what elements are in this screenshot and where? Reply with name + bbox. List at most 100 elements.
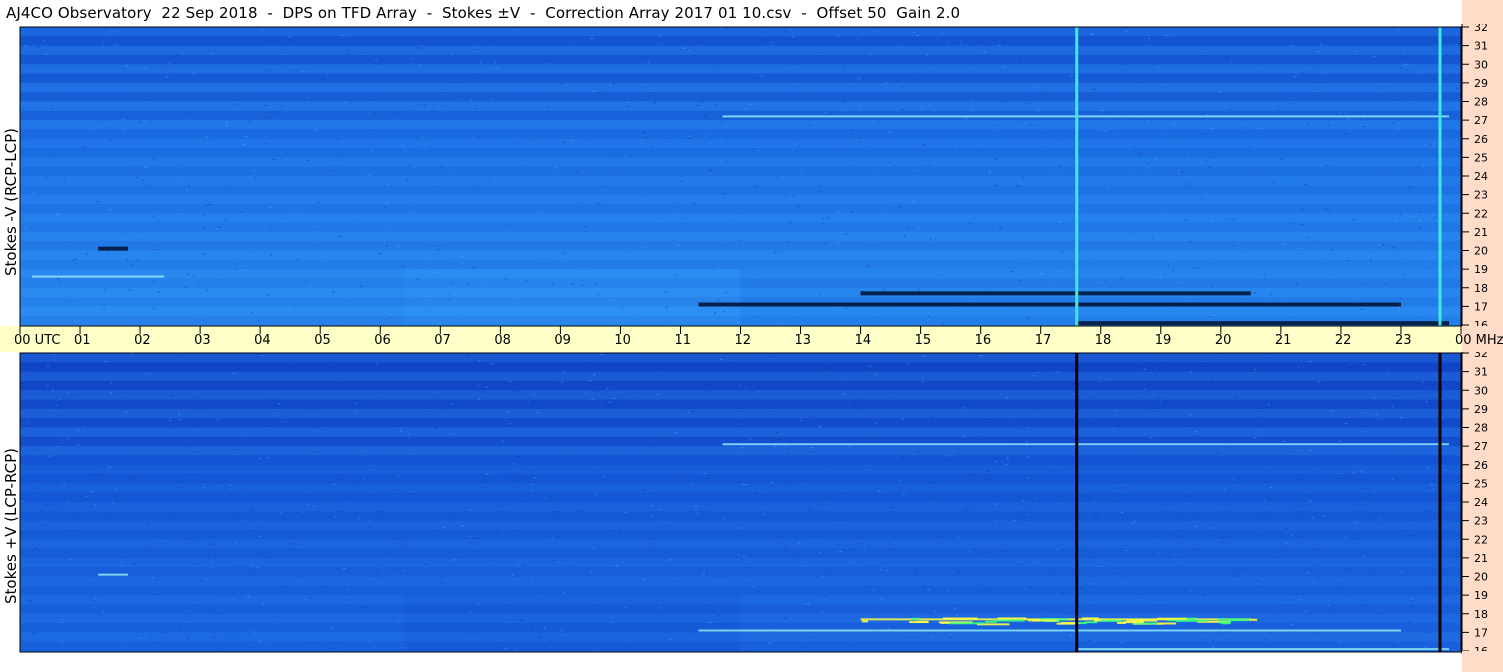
noise-speckle <box>959 105 961 107</box>
noise-speckle <box>1105 378 1107 380</box>
noise-speckle <box>211 53 214 55</box>
noise-speckle <box>987 470 990 472</box>
noise-speckle <box>1401 572 1404 574</box>
noise-speckle <box>1412 163 1414 165</box>
noise-speckle <box>743 640 746 642</box>
noise-speckle <box>848 611 850 613</box>
noise-speckle <box>1137 153 1141 155</box>
noise-speckle <box>1019 414 1021 416</box>
noise-speckle <box>783 194 786 196</box>
noise-speckle <box>414 166 417 168</box>
noise-speckle <box>454 82 458 84</box>
noise-speckle <box>515 650 519 652</box>
noise-speckle <box>1270 293 1273 295</box>
noise-speckle <box>135 177 139 179</box>
noise-speckle <box>609 299 612 301</box>
noise-speckle <box>1263 499 1266 501</box>
noise-speckle <box>119 565 122 567</box>
noise-speckle <box>694 505 698 507</box>
spectral-band <box>20 54 1461 65</box>
noise-speckle <box>556 378 559 380</box>
noise-speckle <box>1455 43 1458 45</box>
noise-speckle <box>600 353 604 355</box>
noise-speckle <box>665 306 668 308</box>
noise-speckle <box>50 61 53 63</box>
noise-speckle <box>843 393 845 395</box>
noise-speckle <box>836 438 838 440</box>
noise-speckle <box>575 206 578 208</box>
noise-speckle <box>702 573 706 575</box>
noise-speckle <box>1157 66 1160 68</box>
noise-speckle <box>957 571 961 573</box>
noise-speckle <box>1325 208 1329 210</box>
noise-speckle <box>559 261 562 263</box>
noise-speckle <box>1257 583 1259 585</box>
noise-speckle <box>1122 94 1124 96</box>
noise-speckle <box>461 263 464 265</box>
noise-speckle <box>1213 312 1216 314</box>
noise-speckle <box>480 364 483 366</box>
noise-speckle <box>737 212 740 214</box>
noise-speckle <box>1408 187 1411 189</box>
noise-speckle <box>583 75 586 77</box>
noise-speckle <box>152 642 155 644</box>
noise-speckle <box>97 305 99 307</box>
noise-speckle <box>1330 410 1333 412</box>
noise-speckle <box>390 316 393 318</box>
noise-speckle <box>1367 430 1369 432</box>
noise-speckle <box>1021 428 1025 430</box>
noise-speckle <box>1211 646 1215 648</box>
noise-speckle <box>1293 76 1297 78</box>
noise-speckle <box>742 483 744 485</box>
noise-speckle <box>1293 450 1295 452</box>
noise-speckle <box>1249 174 1251 176</box>
noise-speckle <box>405 179 409 181</box>
noise-speckle <box>1357 112 1359 114</box>
emission-fleck <box>911 617 920 620</box>
noise-speckle <box>1388 368 1390 370</box>
noise-speckle <box>1093 501 1095 503</box>
spectral-band <box>20 455 1461 465</box>
noise-speckle <box>1046 128 1048 130</box>
noise-speckle <box>490 559 493 561</box>
noise-speckle <box>277 403 281 405</box>
noise-speckle <box>172 111 174 113</box>
noise-speckle <box>104 236 106 238</box>
noise-speckle <box>1253 437 1257 439</box>
noise-speckle <box>927 588 931 590</box>
noise-speckle <box>857 399 860 401</box>
noise-speckle <box>1164 133 1167 135</box>
noise-speckle <box>687 411 690 413</box>
noise-speckle <box>947 455 951 457</box>
noise-speckle <box>555 511 559 513</box>
frequency-tick-label: 18 <box>1474 282 1488 295</box>
noise-speckle <box>152 249 156 251</box>
frequency-tick-label: 25 <box>1474 477 1488 490</box>
noise-speckle <box>289 39 292 41</box>
noise-speckle <box>994 158 998 160</box>
noise-speckle <box>364 52 366 54</box>
noise-speckle <box>553 166 557 168</box>
noise-speckle <box>1395 220 1398 222</box>
noise-speckle <box>673 528 676 530</box>
noise-speckle <box>1355 298 1359 300</box>
spectral-band <box>20 27 1461 37</box>
time-tick-label: 14 <box>855 333 872 348</box>
noise-speckle <box>888 131 892 133</box>
emission-fleck <box>1176 619 1208 622</box>
noise-speckle <box>656 394 659 396</box>
noise-speckle <box>267 294 271 296</box>
noise-speckle <box>593 604 596 606</box>
noise-speckle <box>580 509 583 511</box>
noise-speckle <box>1328 605 1330 607</box>
noise-speckle <box>674 214 676 216</box>
noise-speckle <box>509 605 511 607</box>
noise-speckle <box>67 353 70 355</box>
noise-speckle <box>167 63 170 65</box>
noise-speckle <box>57 278 60 280</box>
spectral-band <box>20 92 1461 102</box>
noise-speckle <box>946 40 948 42</box>
noise-speckle <box>995 503 998 505</box>
noise-speckle <box>1321 178 1323 180</box>
noise-speckle <box>1270 486 1273 488</box>
